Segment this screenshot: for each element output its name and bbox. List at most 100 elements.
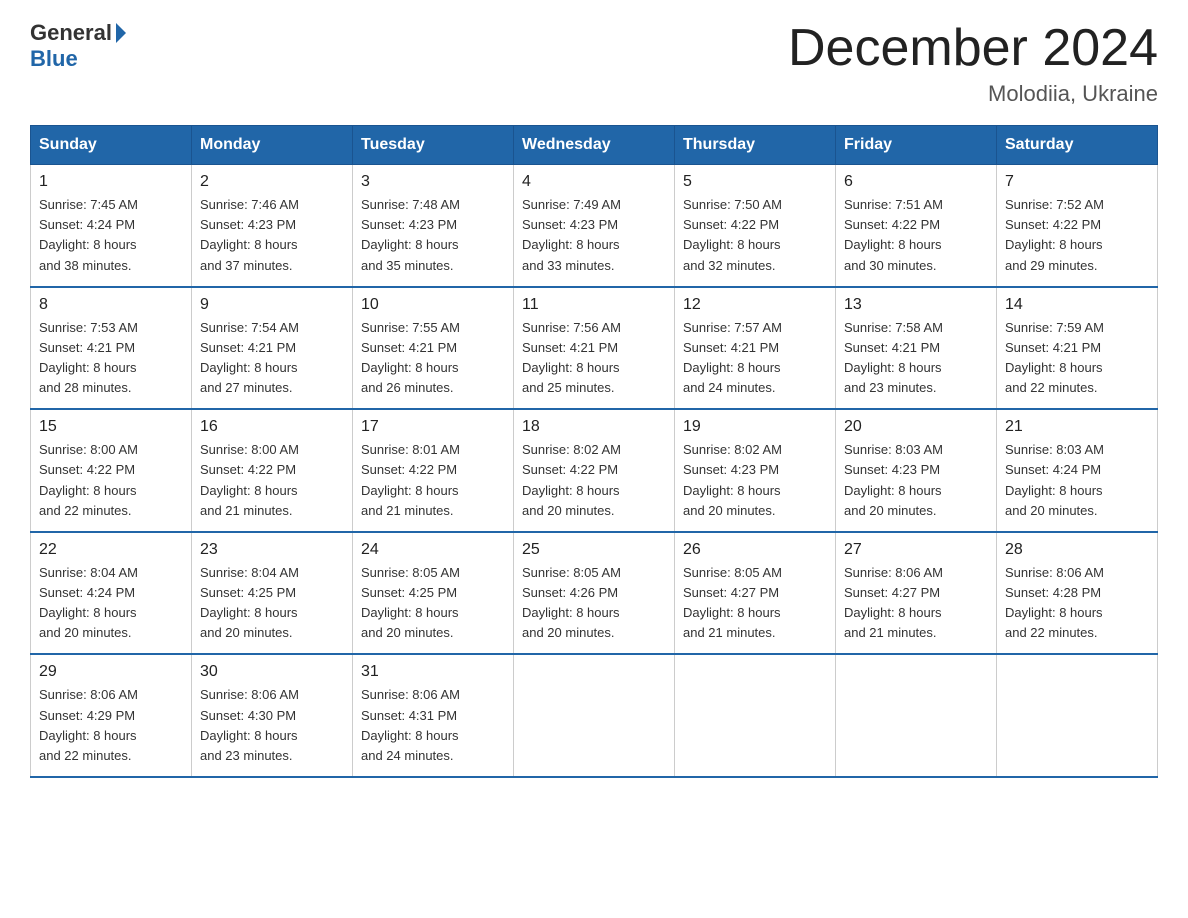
page-header: General Blue December 2024 Molodiia, Ukr… [30,20,1158,107]
day-cell-16: 16 Sunrise: 8:00 AMSunset: 4:22 PMDayligh… [192,409,353,532]
day-number: 24 [361,541,505,559]
weekday-wednesday: Wednesday [514,126,675,165]
week-row-2: 8 Sunrise: 7:53 AMSunset: 4:21 PMDaylight… [31,287,1158,410]
day-info: Sunrise: 7:52 AMSunset: 4:22 PMDaylight:… [1005,195,1149,276]
weekday-friday: Friday [836,126,997,165]
day-cell-20: 20Sunrise: 8:03 AMSunset: 4:23 PMDayligh… [836,409,997,532]
day-number: 5 [683,173,827,191]
day-number: 17 [361,418,505,436]
day-info: Sunrise: 7:56 AMSunset: 4:21 PMDaylight:… [522,318,666,399]
day-info: Sunrise: 8:05 AMSunset: 4:27 PMDaylight:… [683,563,827,644]
day-number: 7 [1005,173,1149,191]
weekday-header-row: SundayMondayTuesdayWednesdayThursdayFrid… [31,126,1158,165]
day-cell-11: 11 Sunrise: 7:56 AMSunset: 4:21 PMDayligh… [514,287,675,410]
logo-general: General [30,20,112,46]
day-info: Sunrise: 8:04 AMSunset: 4:25 PMDaylight:… [200,563,344,644]
day-info: Sunrise: 7:57 AMSunset: 4:21 PMDaylight:… [683,318,827,399]
week-row-3: 15 Sunrise: 8:00 AMSunset: 4:22 PMDayligh… [31,409,1158,532]
day-number: 13 [844,296,988,314]
day-info: Sunrise: 7:49 AMSunset: 4:23 PMDaylight:… [522,195,666,276]
day-info: Sunrise: 8:06 AMSunset: 4:30 PMDaylight:… [200,685,344,766]
day-info: Sunrise: 8:06 AMSunset: 4:29 PMDaylight:… [39,685,183,766]
day-cell-3: 3 Sunrise: 7:48 AMSunset: 4:23 PMDaylight… [353,165,514,287]
day-cell-25: 25Sunrise: 8:05 AMSunset: 4:26 PMDayligh… [514,532,675,655]
logo-text: General [30,20,126,46]
day-cell-19: 19 Sunrise: 8:02 AMSunset: 4:23 PMDayligh… [675,409,836,532]
day-cell-1: 1 Sunrise: 7:45 AMSunset: 4:24 PMDaylight… [31,165,192,287]
day-cell-24: 24 Sunrise: 8:05 AMSunset: 4:25 PMDayligh… [353,532,514,655]
day-cell-14: 14 Sunrise: 7:59 AMSunset: 4:21 PMDayligh… [997,287,1158,410]
day-number: 19 [683,418,827,436]
day-info: Sunrise: 8:05 AMSunset: 4:26 PMDaylight:… [522,563,666,644]
weekday-saturday: Saturday [997,126,1158,165]
day-info: Sunrise: 8:06 AMSunset: 4:31 PMDaylight:… [361,685,505,766]
day-number: 2 [200,173,344,191]
day-cell-31: 31 Sunrise: 8:06 AMSunset: 4:31 PMDayligh… [353,654,514,777]
day-info: Sunrise: 8:00 AMSunset: 4:22 PMDaylight:… [200,440,344,521]
day-cell-28: 28Sunrise: 8:06 AMSunset: 4:28 PMDayligh… [997,532,1158,655]
weekday-tuesday: Tuesday [353,126,514,165]
day-number: 28 [1005,541,1149,559]
day-number: 10 [361,296,505,314]
day-number: 8 [39,296,183,314]
day-number: 15 [39,418,183,436]
empty-cell [675,654,836,777]
day-info: Sunrise: 7:59 AMSunset: 4:21 PMDaylight:… [1005,318,1149,399]
day-number: 4 [522,173,666,191]
weekday-sunday: Sunday [31,126,192,165]
day-info: Sunrise: 8:03 AMSunset: 4:24 PMDaylight:… [1005,440,1149,521]
day-info: Sunrise: 7:45 AMSunset: 4:24 PMDaylight:… [39,195,183,276]
day-number: 12 [683,296,827,314]
title-block: December 2024 Molodiia, Ukraine [788,20,1158,107]
day-cell-29: 29 Sunrise: 8:06 AMSunset: 4:29 PMDayligh… [31,654,192,777]
day-number: 21 [1005,418,1149,436]
day-info: Sunrise: 8:02 AMSunset: 4:23 PMDaylight:… [683,440,827,521]
day-info: Sunrise: 7:46 AMSunset: 4:23 PMDaylight:… [200,195,344,276]
day-number: 9 [200,296,344,314]
day-info: Sunrise: 7:55 AMSunset: 4:21 PMDaylight:… [361,318,505,399]
day-cell-2: 2 Sunrise: 7:46 AMSunset: 4:23 PMDaylight… [192,165,353,287]
day-info: Sunrise: 7:54 AMSunset: 4:21 PMDaylight:… [200,318,344,399]
day-number: 30 [200,663,344,681]
weekday-thursday: Thursday [675,126,836,165]
day-cell-30: 30 Sunrise: 8:06 AMSunset: 4:30 PMDayligh… [192,654,353,777]
day-number: 27 [844,541,988,559]
day-number: 16 [200,418,344,436]
day-cell-17: 17Sunrise: 8:01 AMSunset: 4:22 PMDayligh… [353,409,514,532]
logo: General Blue [30,20,126,72]
day-number: 23 [200,541,344,559]
day-number: 3 [361,173,505,191]
day-info: Sunrise: 7:53 AMSunset: 4:21 PMDaylight:… [39,318,183,399]
day-cell-10: 10 Sunrise: 7:55 AMSunset: 4:21 PMDayligh… [353,287,514,410]
day-info: Sunrise: 8:03 AMSunset: 4:23 PMDaylight:… [844,440,988,521]
day-info: Sunrise: 8:02 AMSunset: 4:22 PMDaylight:… [522,440,666,521]
day-number: 1 [39,173,183,191]
day-cell-12: 12 Sunrise: 7:57 AMSunset: 4:21 PMDayligh… [675,287,836,410]
day-number: 26 [683,541,827,559]
day-number: 6 [844,173,988,191]
calendar-table: SundayMondayTuesdayWednesdayThursdayFrid… [30,125,1158,778]
day-cell-7: 7 Sunrise: 7:52 AMSunset: 4:22 PMDaylight… [997,165,1158,287]
day-number: 31 [361,663,505,681]
day-cell-9: 9 Sunrise: 7:54 AMSunset: 4:21 PMDaylight… [192,287,353,410]
empty-cell [997,654,1158,777]
day-cell-13: 13 Sunrise: 7:58 AMSunset: 4:21 PMDayligh… [836,287,997,410]
day-cell-6: 6 Sunrise: 7:51 AMSunset: 4:22 PMDaylight… [836,165,997,287]
day-info: Sunrise: 8:04 AMSunset: 4:24 PMDaylight:… [39,563,183,644]
day-info: Sunrise: 7:50 AMSunset: 4:22 PMDaylight:… [683,195,827,276]
week-row-1: 1 Sunrise: 7:45 AMSunset: 4:24 PMDaylight… [31,165,1158,287]
day-info: Sunrise: 8:06 AMSunset: 4:27 PMDaylight:… [844,563,988,644]
day-cell-21: 21 Sunrise: 8:03 AMSunset: 4:24 PMDayligh… [997,409,1158,532]
day-number: 29 [39,663,183,681]
week-row-4: 22Sunrise: 8:04 AMSunset: 4:24 PMDayligh… [31,532,1158,655]
day-info: Sunrise: 7:51 AMSunset: 4:22 PMDaylight:… [844,195,988,276]
logo-arrow-icon [116,23,126,43]
day-cell-18: 18Sunrise: 8:02 AMSunset: 4:22 PMDayligh… [514,409,675,532]
day-info: Sunrise: 7:48 AMSunset: 4:23 PMDaylight:… [361,195,505,276]
day-number: 11 [522,296,666,314]
day-cell-26: 26 Sunrise: 8:05 AMSunset: 4:27 PMDayligh… [675,532,836,655]
day-info: Sunrise: 8:05 AMSunset: 4:25 PMDaylight:… [361,563,505,644]
day-number: 14 [1005,296,1149,314]
day-info: Sunrise: 7:58 AMSunset: 4:21 PMDaylight:… [844,318,988,399]
day-cell-22: 22Sunrise: 8:04 AMSunset: 4:24 PMDayligh… [31,532,192,655]
